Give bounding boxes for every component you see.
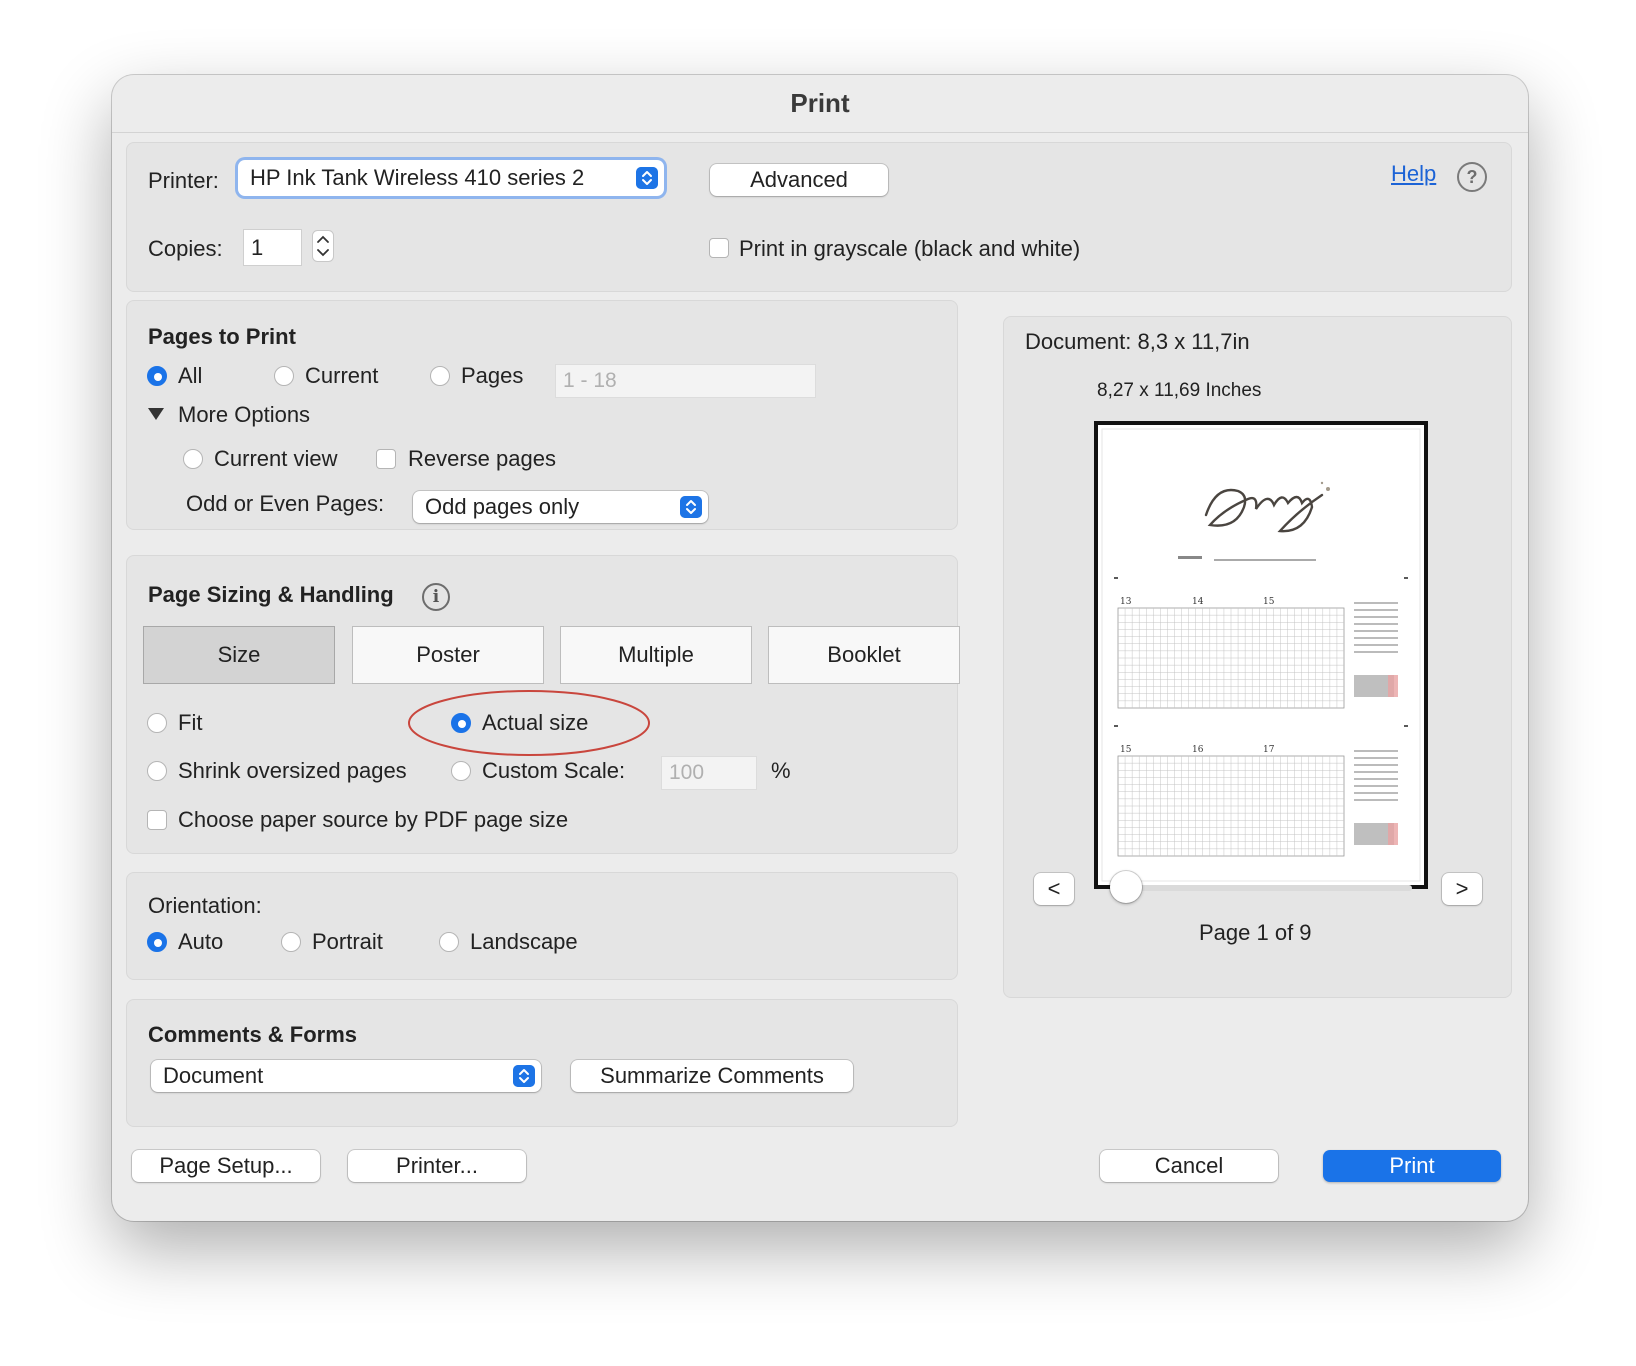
day-number: 14	[1192, 597, 1204, 607]
page-slider-thumb[interactable]	[1110, 871, 1142, 903]
paper-source-label: Choose paper source by PDF page size	[178, 807, 569, 832]
tab-booklet[interactable]: Booklet	[768, 626, 960, 684]
page-slider-track[interactable]	[1112, 885, 1412, 891]
custom-scale-input[interactable]: 100	[661, 756, 757, 790]
pages-all-label: All	[178, 363, 203, 388]
custom-scale-value: 100	[669, 761, 705, 784]
info-icon[interactable]: i	[422, 583, 450, 611]
orientation-landscape-radio[interactable]	[439, 932, 459, 952]
reverse-pages-label: Reverse pages	[408, 446, 556, 471]
odd-even-select[interactable]: Odd pages only	[413, 491, 708, 523]
odd-even-value: Odd pages only	[425, 494, 580, 519]
printer-select[interactable]: HP Ink Tank Wireless 410 series 2	[238, 160, 664, 196]
orientation-label: Orientation:	[148, 893, 262, 918]
chevron-updown-icon	[680, 496, 702, 518]
copies-stepper[interactable]	[312, 230, 334, 262]
info-icon-glyph: i	[432, 587, 440, 607]
copies-label: Copies:	[148, 236, 223, 261]
chevron-updown-icon	[636, 167, 658, 189]
fit-radio[interactable]	[147, 713, 167, 733]
odd-even-label: Odd or Even Pages:	[186, 491, 385, 516]
pages-range-radio[interactable]	[430, 366, 450, 386]
pages-to-print-header: Pages to Print	[148, 324, 296, 349]
summarize-comments-button[interactable]: Summarize Comments	[571, 1060, 853, 1092]
copies-value: 1	[251, 235, 264, 260]
printer-label: Printer:	[148, 168, 219, 193]
help-icon-glyph: ?	[1466, 167, 1478, 187]
advanced-button[interactable]: Advanced	[710, 164, 888, 196]
copies-input[interactable]: 1	[243, 229, 302, 266]
reverse-pages-checkbox[interactable]	[376, 449, 396, 469]
more-options-label[interactable]: More Options	[178, 401, 310, 429]
printer-button[interactable]: Printer...	[348, 1150, 526, 1182]
orientation-auto-radio[interactable]	[147, 932, 167, 952]
tab-size[interactable]: Size	[143, 626, 335, 684]
paper-source-checkbox[interactable]	[147, 810, 167, 830]
day-number: 15	[1263, 597, 1275, 607]
orientation-panel	[126, 872, 958, 980]
page-setup-button[interactable]: Page Setup...	[132, 1150, 320, 1182]
pages-current-radio[interactable]	[274, 366, 294, 386]
percent-label: %	[771, 758, 791, 783]
current-view-label: Current view	[214, 446, 338, 471]
day-number: 15	[1120, 745, 1132, 755]
tab-poster[interactable]: Poster	[352, 626, 544, 684]
page-indicator: Page 1 of 9	[1199, 920, 1312, 945]
grayscale-checkbox[interactable]	[709, 238, 729, 258]
page-sizing-header: Page Sizing & Handling	[148, 582, 394, 607]
prev-page-button[interactable]: <	[1034, 873, 1074, 905]
pages-range-label: Pages	[461, 363, 524, 388]
shrink-label: Shrink oversized pages	[178, 758, 407, 783]
print-dialog: Print Printer: HP Ink Tank Wireless 410 …	[112, 75, 1528, 1221]
pages-range-placeholder: 1 - 18	[563, 369, 617, 392]
pages-range-input[interactable]: 1 - 18	[555, 364, 816, 398]
tab-multiple[interactable]: Multiple	[560, 626, 752, 684]
day-number: 17	[1263, 745, 1275, 755]
orientation-portrait-label: Portrait	[312, 929, 383, 954]
help-icon[interactable]: ?	[1457, 162, 1487, 192]
preview-page-content: 13 14 15 15 16 17	[1101, 428, 1421, 882]
cancel-button[interactable]: Cancel	[1100, 1150, 1278, 1182]
day-number: 13	[1120, 597, 1132, 607]
current-view-radio[interactable]	[183, 449, 203, 469]
title-bar: Print	[112, 75, 1528, 133]
disclosure-triangle-icon[interactable]	[148, 408, 164, 420]
comments-select-value: Document	[163, 1063, 264, 1088]
page-preview: 13 14 15 15 16 17	[1094, 421, 1428, 889]
orientation-portrait-radio[interactable]	[281, 932, 301, 952]
fit-label: Fit	[178, 710, 203, 735]
custom-scale-radio[interactable]	[451, 761, 471, 781]
shrink-radio[interactable]	[147, 761, 167, 781]
printer-select-value: HP Ink Tank Wireless 410 series 2	[250, 165, 585, 190]
comments-forms-header: Comments & Forms	[148, 1022, 358, 1047]
orientation-auto-label: Auto	[178, 929, 224, 954]
dialog-title: Print	[790, 88, 850, 118]
grayscale-label: Print in grayscale (black and white)	[739, 236, 1081, 261]
pages-all-radio[interactable]	[147, 366, 167, 386]
annotation-ellipse	[408, 690, 650, 756]
chevron-updown-icon	[513, 1065, 535, 1087]
custom-scale-label: Custom Scale:	[482, 758, 626, 783]
pages-current-label: Current	[305, 363, 379, 388]
day-number: 16	[1192, 745, 1204, 755]
next-page-button[interactable]: >	[1442, 873, 1482, 905]
print-button[interactable]: Print	[1323, 1150, 1501, 1182]
document-size: Document: 8,3 x 11,7in	[1025, 329, 1250, 354]
orientation-landscape-label: Landscape	[470, 929, 578, 954]
comments-select[interactable]: Document	[151, 1060, 541, 1092]
help-link[interactable]: Help	[1391, 160, 1436, 188]
paper-size: 8,27 x 11,69 Inches	[1097, 380, 1262, 401]
